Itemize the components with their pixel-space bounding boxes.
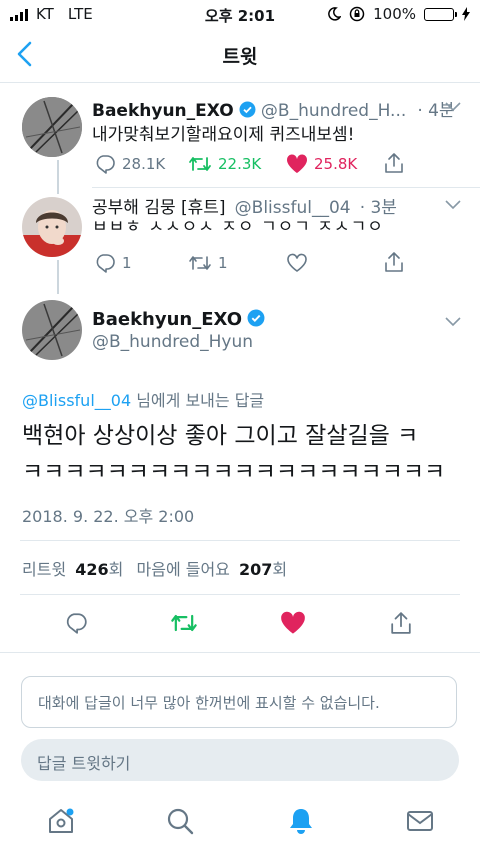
share-icon[interactable] <box>390 610 412 636</box>
retweet-button[interactable]: 1 <box>188 253 228 273</box>
retweet-icon <box>189 157 211 171</box>
reply-button[interactable]: 28.1K <box>94 154 165 174</box>
divider <box>92 187 480 188</box>
divider <box>0 652 480 653</box>
avatar[interactable] <box>22 97 82 157</box>
reply-to-suffix: 님에게 보내는 답글 <box>131 391 265 410</box>
user-handle[interactable]: @B_hundred_Hyun <box>92 332 253 352</box>
share-icon[interactable] <box>384 251 404 273</box>
like-stat-count[interactable]: 207 <box>239 560 272 579</box>
like-button[interactable]: 25.8K <box>286 154 357 174</box>
reply-icon[interactable] <box>64 611 88 635</box>
main-tweet-line-2: ㅋㅋㅋㅋㅋㅋㅋㅋㅋㅋㅋㅋㅋㅋㅋㅋㅋㅋㅋㅋ <box>22 459 446 485</box>
retweet-button[interactable]: 22.3K <box>188 154 261 174</box>
main-tweet-line-1: 백현아 상상이상 좋아 그이고 잘살길을 ㅋ <box>22 423 419 449</box>
home-icon[interactable] <box>46 806 76 836</box>
like-stat-unit: 회 <box>272 560 288 579</box>
retweet-icon[interactable] <box>170 611 198 635</box>
verified-badge-icon <box>247 309 265 327</box>
divider <box>20 540 460 541</box>
chevron-down-icon[interactable] <box>445 102 461 112</box>
share-icon[interactable] <box>384 152 404 174</box>
like-button[interactable] <box>286 253 308 273</box>
tweet-text: 내가맞춰보기할래요이제 퀴즈내보셈! <box>92 125 355 145</box>
display-name[interactable]: Baekhyun_EXO <box>92 101 234 121</box>
reply-icon <box>96 254 115 273</box>
main-tweet-text: 백현아 상상이상 좋아 그이고 잘살길을 ㅋ ㅋㅋㅋㅋㅋㅋㅋㅋㅋㅋㅋㅋㅋㅋㅋㅋㅋ… <box>22 418 445 490</box>
chevron-down-icon[interactable] <box>445 200 461 210</box>
chevron-down-icon[interactable] <box>445 317 461 327</box>
moon-icon <box>328 7 342 21</box>
author-name-row: Baekhyun_EXO <box>92 309 265 330</box>
too-many-replies-notice: 대화에 답글이 너무 많아 한꺼번에 표시할 수 없습니다. <box>21 676 457 728</box>
battery-percent: 100% <box>373 5 416 23</box>
search-icon[interactable] <box>165 806 195 836</box>
retweet-count: 22.3K <box>218 155 262 173</box>
divider <box>20 594 460 595</box>
display-name[interactable]: Baekhyun_EXO <box>92 309 242 330</box>
reply-to-link[interactable]: @Blissful__04 <box>22 391 131 410</box>
user-handle[interactable]: @Blissful__04 <box>235 198 351 218</box>
reply-icon <box>96 155 115 174</box>
retweet-stat-count[interactable]: 426 <box>75 560 108 579</box>
tweet-header: Baekhyun_EXO @B_hundred_H... · 4분 <box>92 96 455 121</box>
retweet-stat-unit: 회 <box>108 560 124 579</box>
charging-icon <box>462 7 470 21</box>
battery-icon <box>424 7 457 21</box>
verified-badge-icon <box>239 101 256 118</box>
retweet-icon <box>189 256 211 270</box>
status-bar: KT LTE 오후 2:01 100% <box>0 0 480 28</box>
timestamp: 2018. 9. 22. 오후 2:00 <box>22 507 195 526</box>
reply-input[interactable]: 답글 트윗하기 <box>21 739 459 781</box>
rotation-lock-icon <box>349 6 365 22</box>
retweet-stat-label[interactable]: 리트윗 <box>22 560 66 579</box>
avatar[interactable] <box>22 300 82 360</box>
thread-line <box>57 160 59 194</box>
messages-envelope-icon[interactable] <box>405 806 435 836</box>
retweet-count: 1 <box>218 254 228 272</box>
heart-icon[interactable] <box>280 611 306 635</box>
display-name[interactable]: 공부해 김뭉 [휴트] <box>92 198 226 218</box>
tweet-text: ㅂㅂㅎ ㅅㅅㅇㅅ ㅈㅇ ㄱㅇㄱ ㅈㅅㄱㅇ <box>92 218 392 232</box>
user-handle[interactable]: @B_hundred_H... <box>261 101 406 121</box>
tweet-time: · 3분 <box>359 198 397 218</box>
page-title: 트윗 <box>222 46 258 68</box>
avatar[interactable] <box>22 197 82 257</box>
reply-count: 1 <box>122 254 132 272</box>
tweet-text-content: ㅂㅂㅎ ㅅㅅㅇㅅ ㅈㅇ ㄱㅇㄱ ㅈㅅㄱㅇ <box>92 218 384 232</box>
tab-bar <box>0 796 480 854</box>
reply-context: @Blissful__04 님에게 보내는 답글 <box>22 387 264 411</box>
thread-line <box>57 260 59 294</box>
heart-outline-icon <box>287 253 307 272</box>
tweet-header: 공부해 김뭉 [휴트] @Blissful__04 · 3분 <box>92 193 397 218</box>
like-stat-label[interactable]: 마음에 들어요 <box>137 560 230 579</box>
reply-count: 28.1K <box>122 155 166 173</box>
like-count: 25.8K <box>314 155 358 173</box>
reply-button[interactable]: 1 <box>94 253 132 273</box>
heart-icon <box>286 154 308 173</box>
engagement-stats: 리트윗 426회 마음에 들어요 207회 <box>22 556 287 580</box>
nav-bar: 트윗 <box>0 28 480 83</box>
notifications-bell-icon[interactable] <box>286 806 316 836</box>
